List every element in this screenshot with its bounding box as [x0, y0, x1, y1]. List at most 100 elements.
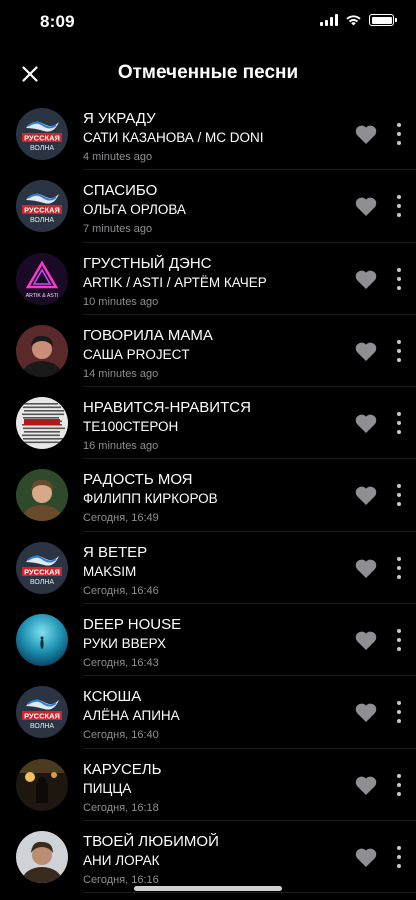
- like-button[interactable]: [354, 268, 378, 290]
- heart-icon: [355, 342, 377, 361]
- song-row[interactable]: РУССКАЯ ВОЛНА Я ВЕТЕР MAKSIM Сегодня, 16…: [0, 532, 416, 605]
- song-row[interactable]: РАДОСТЬ МОЯ ФИЛИПП КИРКОРОВ Сегодня, 16:…: [0, 459, 416, 532]
- more-dot: [397, 267, 401, 272]
- more-options-button[interactable]: [392, 699, 406, 725]
- more-options-button[interactable]: [392, 266, 406, 292]
- divider: [83, 892, 416, 894]
- song-row[interactable]: РУССКАЯ ВОЛНА СПАСИБО ОЛЬГА ОРЛОВА 7 min…: [0, 170, 416, 243]
- more-dot: [397, 719, 401, 724]
- song-row[interactable]: КАРУСЕЛЬ ПИЦЦА Сегодня, 16:18: [0, 749, 416, 821]
- song-artist: MAKSIM: [83, 563, 137, 579]
- song-title: РАДОСТЬ МОЯ: [83, 471, 193, 489]
- svg-text:РУССКАЯ: РУССКАЯ: [24, 567, 60, 576]
- more-dot: [397, 195, 401, 200]
- cover-art: РУССКАЯ ВОЛНА: [16, 686, 68, 739]
- more-dot: [397, 701, 401, 706]
- more-dot: [397, 574, 401, 579]
- svg-text:РУССКАЯ: РУССКАЯ: [24, 712, 60, 721]
- heart-icon: [355, 270, 377, 289]
- like-button[interactable]: [354, 557, 378, 579]
- like-button[interactable]: [354, 484, 378, 506]
- more-dot: [397, 141, 401, 145]
- page-title: Отмеченные песни: [117, 62, 299, 83]
- battery-icon: [369, 14, 397, 26]
- song-row[interactable]: РУССКАЯ ВОЛНА КСЮША АЛЁНА АПИНА Сегодня,…: [0, 676, 416, 749]
- more-options-button[interactable]: [392, 410, 406, 436]
- song-title: КАРУСЕЛЬ: [83, 760, 162, 778]
- status-icons: [320, 14, 397, 26]
- more-options-button[interactable]: [392, 844, 406, 870]
- song-row[interactable]: ARTIK & ASTI ГРУСТНЫЙ ДЭНС ARTIK / ASTI …: [0, 243, 416, 315]
- song-row[interactable]: ГОВОРИЛА МАМА САША PROJECT 14 minutes ag…: [0, 315, 416, 388]
- song-time: Сегодня, 16:49: [83, 512, 159, 525]
- more-options-button[interactable]: [392, 555, 406, 581]
- cover-art: [16, 469, 68, 522]
- song-row[interactable]: РУССКАЯ ВОЛНА Я УКРАДУ САТИ КАЗАНОВА / M…: [0, 98, 416, 171]
- song-artist: ОЛЬГА ОРЛОВА: [83, 202, 186, 218]
- like-button[interactable]: [354, 412, 378, 434]
- status-time: 8:09: [40, 12, 75, 31]
- song-time: 10 minutes ago: [83, 295, 159, 308]
- song-title: ТВОЕЙ ЛЮБИМОЙ: [83, 832, 219, 850]
- song-row[interactable]: DEEP HOUSE РУКИ ВВЕРХ Сегодня, 16:43: [0, 604, 416, 677]
- heart-icon: [355, 414, 377, 434]
- like-button[interactable]: [354, 340, 378, 362]
- liked-songs-list: РУССКАЯ ВОЛНА Я УКРАДУ САТИ КАЗАНОВА / M…: [0, 98, 416, 894]
- song-title: ГОВОРИЛА МАМА: [83, 326, 213, 344]
- more-dot: [397, 412, 401, 417]
- wifi-icon: [346, 15, 361, 26]
- more-dot: [397, 484, 401, 489]
- like-button[interactable]: [354, 846, 378, 868]
- more-dot: [397, 348, 401, 353]
- song-title: Я УКРАДУ: [83, 110, 156, 127]
- more-dot: [397, 285, 401, 290]
- more-options-button[interactable]: [392, 338, 406, 364]
- heart-icon: [355, 776, 377, 795]
- more-dot: [397, 845, 401, 850]
- song-row[interactable]: НРАВИТСЯ-НРАВИТСЯ ТЕ100СТЕРОН 16 minutes…: [0, 387, 416, 460]
- song-time: 14 minutes ago: [83, 367, 159, 380]
- more-options-button[interactable]: [392, 121, 406, 147]
- more-dot: [397, 638, 401, 643]
- song-title: КСЮША: [83, 688, 142, 706]
- song-artist: АНИ ЛОРАК: [83, 852, 160, 868]
- more-dot: [397, 629, 401, 634]
- more-dot: [397, 430, 401, 435]
- song-title: DEEP HOUSE: [83, 616, 182, 634]
- svg-text:ВОЛНА: ВОЛНА: [30, 217, 54, 224]
- heart-icon: [355, 487, 377, 506]
- more-dot: [397, 863, 401, 868]
- svg-text:ARTIK & ASTI: ARTIK & ASTI: [26, 293, 59, 299]
- song-artist: ARTIK / ASTI / АРТЁМ КАЧЕР: [83, 274, 267, 290]
- status-bar: 8:09: [0, 0, 416, 44]
- more-options-button[interactable]: [392, 482, 406, 508]
- more-dot: [397, 276, 401, 281]
- song-artist: ТЕ100СТЕРОН: [83, 419, 179, 435]
- heart-icon: [355, 197, 377, 217]
- song-title: Я ВЕТЕР: [83, 543, 148, 561]
- more-options-button[interactable]: [392, 193, 406, 219]
- like-button[interactable]: [354, 123, 378, 145]
- like-button[interactable]: [354, 629, 378, 651]
- heart-icon: [355, 848, 377, 867]
- cover-art: [16, 324, 68, 377]
- svg-text:ВОЛНА: ВОЛНА: [30, 723, 54, 730]
- header: Отмеченные песни: [0, 52, 416, 96]
- song-artist: ПИЦЦА: [83, 780, 132, 796]
- more-dot: [397, 421, 401, 426]
- cover-art: РУССКАЯ ВОЛНА: [16, 108, 68, 160]
- svg-text:РУССКАЯ: РУССКАЯ: [24, 134, 60, 143]
- song-row[interactable]: ТВОЕЙ ЛЮБИМОЙ АНИ ЛОРАК Сегодня, 16:16: [0, 821, 416, 894]
- more-options-button[interactable]: [392, 627, 406, 653]
- song-time: 7 minutes ago: [83, 223, 153, 236]
- heart-icon: [355, 125, 377, 144]
- more-options-button[interactable]: [392, 772, 406, 798]
- more-dot: [397, 204, 401, 209]
- song-artist: РУКИ ВВЕРХ: [83, 636, 167, 652]
- heart-icon: [355, 559, 377, 578]
- like-button[interactable]: [354, 774, 378, 796]
- song-time: Сегодня, 16:43: [83, 657, 159, 670]
- cover-art: ARTIK & ASTI: [16, 252, 68, 305]
- like-button[interactable]: [354, 701, 378, 723]
- like-button[interactable]: [354, 195, 378, 217]
